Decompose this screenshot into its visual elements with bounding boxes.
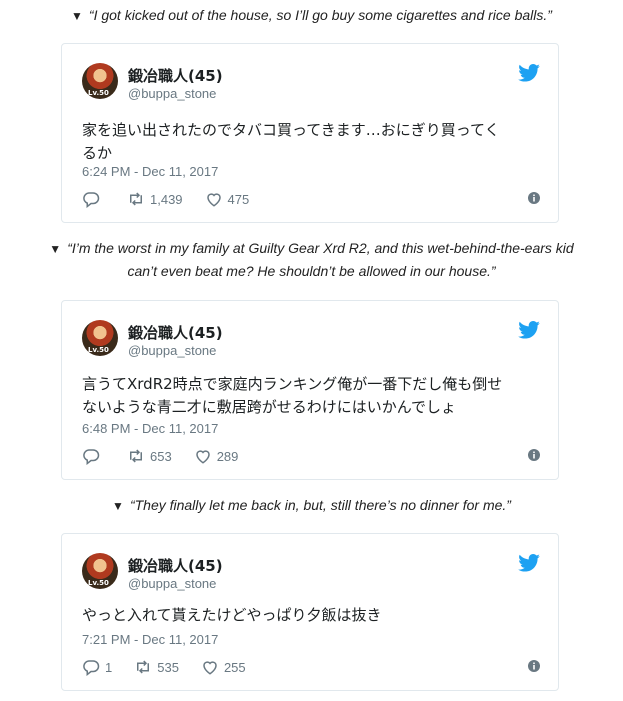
like-button[interactable]: 289	[194, 447, 239, 465]
tweet-date[interactable]: 6:24 PM - Dec 11, 2017	[82, 164, 218, 179]
retweet-button[interactable]: 1,439	[127, 190, 183, 208]
retweet-icon	[130, 192, 142, 206]
avatar[interactable]: Lv.50	[82, 553, 118, 589]
tweet-text-line: やっと入れて貰えたけどやっぱり夕飯は抜き	[82, 606, 382, 624]
caption-2: ▼ “I’m the worst in my family at Guilty G…	[0, 237, 623, 282]
author-handle[interactable]: @buppa_stone	[128, 86, 216, 101]
heart-icon	[195, 450, 210, 464]
avatar-level-text: Lv.50	[88, 89, 109, 97]
avatar-level-text: Lv.50	[88, 579, 109, 587]
embedded-tweet[interactable]: Lv.50 鍛冶職人(45) @buppa_stone やっと入れて貰えたけどや…	[61, 533, 559, 691]
tweet-text-line: ないような青二才に敷居跨がせるわけにはいかんでしょ	[82, 398, 456, 416]
avatar[interactable]: Lv.50	[82, 320, 118, 356]
like-count: 255	[223, 659, 246, 675]
triangle-marker-icon: ▼	[112, 499, 124, 513]
info-icon[interactable]	[528, 660, 540, 672]
retweet-button[interactable]: 535	[134, 658, 179, 676]
tweet-date[interactable]: 7:21 PM - Dec 11, 2017	[82, 632, 218, 647]
tweet-text: 言うてXrdR2時点で家庭内ランキング俺が一番下だし俺も倒せ ないような青二才に…	[82, 373, 540, 419]
reply-button[interactable]	[82, 190, 105, 208]
embedded-tweet[interactable]: Lv.50 鍛冶職人(45) @buppa_stone 家を追い出されたのでタバ…	[61, 43, 559, 223]
reply-button[interactable]: 1	[82, 658, 112, 676]
caption-text: “I got kicked out of the house, so I’ll …	[88, 7, 552, 23]
author-name[interactable]: 鍛冶職人(45)	[128, 322, 223, 343]
tweet-text-line: 言うてXrdR2時点で家庭内ランキング俺が一番下だし俺も倒せ	[82, 375, 503, 393]
author-handle[interactable]: @buppa_stone	[128, 576, 216, 591]
triangle-marker-icon: ▼	[49, 242, 62, 256]
reply-icon	[83, 192, 100, 208]
reply-button[interactable]	[82, 447, 105, 465]
avatar-level-text: Lv.50	[88, 346, 109, 354]
tweet-actions: 653 289	[82, 446, 540, 466]
retweet-icon	[137, 660, 150, 674]
author-handle[interactable]: @buppa_stone	[128, 343, 216, 358]
embedded-tweet[interactable]: Lv.50 鍛冶職人(45) @buppa_stone 言うてXrdR2時点で家…	[61, 300, 559, 480]
caption-text: can’t even beat me? He shouldn’t be allo…	[127, 263, 496, 279]
info-icon[interactable]	[528, 449, 540, 461]
caption-text: “I’m the worst in my family at Guilty Ge…	[67, 240, 574, 256]
triangle-marker-icon: ▼	[71, 9, 83, 23]
tweet-text: 家を追い出されたのでタバコ買ってきます…おにぎり買ってく るか	[82, 119, 540, 165]
like-count: 475	[227, 191, 250, 207]
retweet-button[interactable]: 653	[127, 447, 172, 465]
twitter-bird-icon[interactable]	[518, 554, 540, 572]
caption-1: ▼ “I got kicked out of the house, so I’ll…	[0, 4, 623, 27]
heart-icon	[203, 661, 217, 675]
author-name[interactable]: 鍛冶職人(45)	[128, 65, 223, 86]
tweet-actions: 1 535 255	[82, 657, 540, 677]
caption-text: “They finally let me back in, but, still…	[129, 497, 511, 513]
reply-count: 1	[105, 659, 113, 675]
heart-icon	[206, 193, 221, 207]
twitter-bird-icon[interactable]	[518, 321, 540, 339]
author-name[interactable]: 鍛冶職人(45)	[128, 555, 223, 576]
info-icon[interactable]	[528, 192, 540, 204]
reply-icon	[83, 449, 100, 465]
tweet-date[interactable]: 6:48 PM - Dec 11, 2017	[82, 421, 218, 436]
caption-3: ▼ “They finally let me back in, but, stil…	[0, 494, 623, 517]
tweet-text: やっと入れて貰えたけどやっぱり夕飯は抜き	[82, 604, 540, 627]
twitter-bird-icon[interactable]	[518, 64, 540, 82]
like-button[interactable]: 255	[201, 658, 246, 676]
avatar[interactable]: Lv.50	[82, 63, 118, 99]
retweet-count: 653	[150, 448, 172, 464]
reply-icon	[83, 660, 100, 676]
retweet-count: 535	[157, 659, 179, 675]
retweet-icon	[130, 449, 142, 463]
like-button[interactable]: 475	[205, 190, 250, 208]
tweet-text-line: るか	[82, 144, 113, 162]
tweet-text-line: 家を追い出されたのでタバコ買ってきます…おにぎり買ってく	[82, 121, 500, 139]
tweet-actions: 1,439 475	[82, 189, 540, 209]
retweet-count: 1,439	[150, 191, 183, 207]
like-count: 289	[216, 448, 239, 464]
